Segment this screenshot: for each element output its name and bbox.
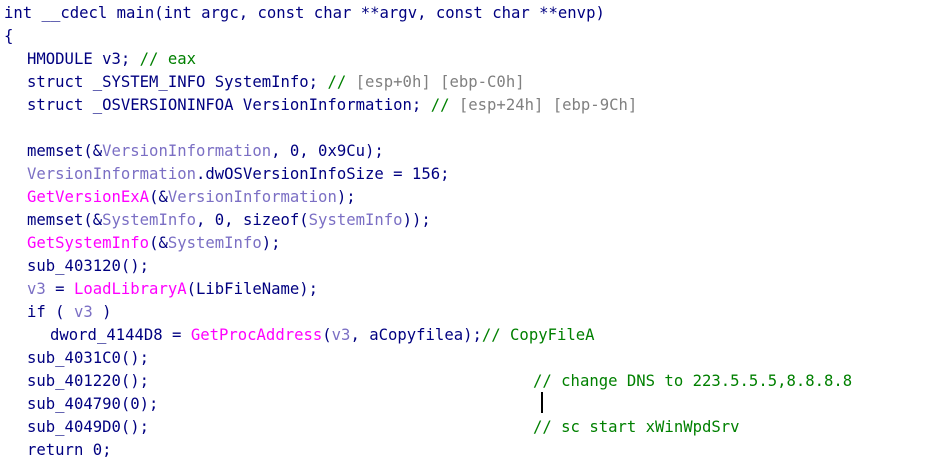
decl-comment-prefix: //: [327, 73, 356, 91]
open-brace-line[interactable]: {: [0, 25, 940, 48]
code-text: ));: [402, 211, 431, 229]
code-line[interactable]: GetSystemInfo(&SystemInfo);: [0, 232, 940, 255]
decl-line[interactable]: struct _SYSTEM_INFO SystemInfo; // [esp+…: [0, 71, 940, 94]
variable-ref[interactable]: SystemInfo: [168, 234, 262, 252]
decl-code: HMODULE v3;: [27, 50, 140, 68]
decl-code: struct _SYSTEM_INFO SystemInfo;: [27, 73, 328, 91]
code-text: );: [261, 234, 281, 252]
text-cursor: [541, 392, 543, 413]
line-comment: // change DNS to 223.5.5.5,8.8.8.8: [533, 372, 853, 390]
code-text: (&: [149, 234, 168, 252]
code-text: , aCopyfilea);: [350, 326, 482, 344]
code-text: memset(&: [27, 142, 103, 160]
variable-ref[interactable]: VersionInformation: [102, 142, 271, 160]
code-line[interactable]: GetVersionExA(&VersionInformation);: [0, 186, 940, 209]
code-text[interactable]: sub_4031C0();: [27, 349, 149, 367]
function-signature[interactable]: int __cdecl main(int argc, const char **…: [0, 2, 940, 25]
open-brace: {: [4, 27, 14, 45]
code-text[interactable]: sub_403120();: [27, 257, 149, 275]
code-line[interactable]: if ( v3 ): [0, 301, 940, 324]
code-line[interactable]: v3 = LoadLibraryA(LibFileName);: [0, 278, 940, 301]
decl-comment: // eax: [139, 50, 197, 68]
code-line[interactable]: sub_4031C0();: [0, 347, 940, 370]
code-text: if (: [27, 303, 74, 321]
code-line[interactable]: return 0;: [0, 439, 940, 462]
code-text: );: [336, 188, 356, 206]
signature-text: int __cdecl main(int argc, const char **…: [4, 4, 605, 22]
code-text: (&: [149, 188, 168, 206]
decl-code: struct _OSVERSIONINFOA VersionInformatio…: [27, 96, 431, 114]
code-text: return 0;: [27, 441, 112, 459]
variable-ref[interactable]: VersionInformation: [27, 165, 196, 183]
decl-line[interactable]: HMODULE v3; // eax: [0, 48, 940, 71]
decl-comment-prefix: //: [430, 96, 459, 114]
variable-ref[interactable]: SystemInfo: [102, 211, 196, 229]
code-text: =: [45, 280, 74, 298]
pseudocode-view[interactable]: int __cdecl main(int argc, const char **…: [0, 0, 940, 466]
code-text: dword_4144D8 =: [50, 326, 191, 344]
line-comment: // CopyFileA: [481, 326, 595, 344]
code-text[interactable]: sub_401220();: [27, 372, 149, 390]
decl-comment: [esp+24h] [ebp-9Ch]: [458, 96, 638, 114]
code-line[interactable]: dword_4144D8 = GetProcAddress(v3, aCopyf…: [0, 324, 940, 347]
code-line[interactable]: sub_401220(); // change DNS to 223.5.5.5,…: [0, 370, 940, 393]
function-ref[interactable]: GetSystemInfo: [27, 234, 149, 252]
code-text: .dwOSVersionInfoSize = 156;: [196, 165, 450, 183]
code-line[interactable]: sub_403120();: [0, 255, 940, 278]
code-line[interactable]: memset(&SystemInfo, 0, sizeof(SystemInfo…: [0, 209, 940, 232]
function-ref[interactable]: GetProcAddress: [191, 326, 322, 344]
line-comment: // sc start xWinWpdSrv: [533, 418, 740, 436]
variable-ref[interactable]: v3: [74, 303, 93, 321]
code-text: (LibFileName);: [186, 280, 319, 298]
variable-ref[interactable]: v3: [27, 280, 46, 298]
code-text: (: [322, 326, 332, 344]
code-text[interactable]: sub_404790(0);: [27, 395, 158, 413]
code-line[interactable]: sub_404790(0);: [0, 393, 940, 416]
code-text: memset(&: [27, 211, 103, 229]
code-line[interactable]: memset(&VersionInformation, 0, 0x9Cu);: [0, 140, 940, 163]
variable-ref[interactable]: SystemInfo: [309, 211, 403, 229]
code-text[interactable]: sub_4049D0();: [27, 418, 149, 436]
variable-ref[interactable]: VersionInformation: [168, 188, 337, 206]
code-text: , 0, 0x9Cu);: [271, 142, 384, 160]
function-ref[interactable]: GetVersionExA: [27, 188, 149, 206]
code-text: , 0, sizeof(: [196, 211, 309, 229]
code-line[interactable]: sub_4049D0(); // sc start xWinWpdSrv: [0, 416, 940, 439]
code-text: ): [92, 303, 112, 321]
decl-line[interactable]: struct _OSVERSIONINFOA VersionInformatio…: [0, 94, 940, 117]
variable-ref[interactable]: v3: [332, 326, 351, 344]
decl-comment: [esp+0h] [ebp-C0h]: [355, 73, 525, 91]
function-ref[interactable]: LoadLibraryA: [74, 280, 187, 298]
code-line[interactable]: VersionInformation.dwOSVersionInfoSize =…: [0, 163, 940, 186]
